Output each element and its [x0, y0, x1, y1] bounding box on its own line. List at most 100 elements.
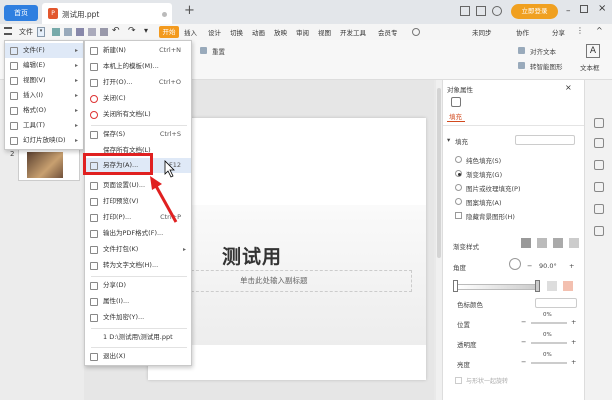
menu-item-insert[interactable]: 插入(I) ▸ — [5, 88, 83, 103]
gradient-linear-icon[interactable] — [521, 238, 531, 248]
scrollbar-thumb[interactable] — [437, 88, 441, 258]
rotate-with-shape-checkbox[interactable] — [455, 377, 462, 384]
menu-item-slideshow[interactable]: 幻灯片放映(D) ▸ — [5, 133, 83, 148]
solid-fill-radio[interactable] — [455, 156, 462, 163]
more-options-icon[interactable]: ⋮ — [576, 26, 584, 35]
gradient-stop-end[interactable] — [535, 280, 540, 292]
tab-member[interactable]: 会员专 — [378, 27, 398, 37]
gradient-stop-start[interactable] — [453, 280, 458, 292]
chevron-down-icon[interactable]: ▾ — [447, 136, 450, 144]
smart-art-button[interactable]: 转智能图形 — [530, 61, 563, 71]
undo-icon[interactable]: ↶ — [112, 26, 120, 36]
location-icon[interactable] — [594, 204, 604, 214]
collaborate-button[interactable]: 协作 — [516, 27, 529, 37]
gradient-path-icon[interactable] — [569, 238, 579, 248]
menu-item-close[interactable]: 关闭(C) — [85, 91, 191, 106]
transparency-increase[interactable]: + — [571, 338, 576, 346]
add-stop-icon[interactable] — [547, 281, 557, 291]
new-tab-button[interactable]: + — [184, 3, 195, 18]
menu-item-convert-text[interactable]: 转为文字文档(H)... — [85, 258, 191, 273]
search-icon[interactable] — [412, 28, 420, 36]
maximize-icon[interactable] — [580, 5, 588, 13]
menu-item-close-all[interactable]: 关闭所有文档(L) — [85, 107, 191, 122]
angle-increase-button[interactable]: + — [569, 262, 574, 270]
avatar-icon[interactable] — [492, 6, 502, 16]
brightness-slider[interactable] — [531, 362, 567, 364]
more-icon[interactable]: ▾ — [144, 26, 148, 35]
menu-item-edit[interactable]: 编辑(E) ▸ — [5, 58, 83, 73]
toolbar-icon[interactable] — [88, 28, 96, 36]
tab-start[interactable]: 开始 — [159, 26, 179, 38]
fill-preset-dropdown[interactable] — [515, 135, 575, 145]
hide-background-checkbox[interactable] — [455, 212, 462, 219]
properties-icon[interactable] — [594, 138, 604, 148]
gradient-bar[interactable] — [457, 284, 537, 290]
fill-bucket-icon[interactable] — [451, 97, 461, 107]
menu-item-exit[interactable]: 退出(X) — [85, 349, 191, 364]
menu-item-export-pdf[interactable]: 输出为PDF格式(F)... — [85, 226, 191, 241]
toolbar-icon[interactable] — [76, 28, 84, 36]
menu-item-open[interactable]: 打开(O)... Ctrl+O — [85, 75, 191, 90]
reset-button[interactable]: 重置 — [212, 46, 225, 56]
select-icon[interactable] — [594, 118, 604, 128]
close-icon[interactable]: × — [565, 83, 572, 92]
position-slider[interactable] — [531, 322, 567, 324]
menu-item-print-preview[interactable]: 打印预览(V) — [85, 194, 191, 209]
picture-fill-radio[interactable] — [455, 184, 462, 191]
menu-item-view[interactable]: 视图(V) ▸ — [5, 73, 83, 88]
tab-fill[interactable]: 填充 — [449, 111, 462, 121]
toolbar-icon[interactable] — [64, 28, 72, 36]
gradient-radial-icon[interactable] — [537, 238, 547, 248]
sync-status[interactable]: 未同步 — [472, 27, 492, 37]
menu-item-new[interactable]: 新建(N) Ctrl+N — [85, 43, 191, 58]
tab-slideshow[interactable]: 放映 — [274, 27, 287, 37]
animation-icon[interactable] — [594, 160, 604, 170]
delete-stop-icon[interactable] — [563, 281, 573, 291]
hamburger-icon[interactable] — [4, 27, 12, 35]
collapse-ribbon-icon[interactable]: ^ — [596, 26, 603, 35]
login-button[interactable]: 立即登录 — [511, 4, 558, 19]
menu-item-tools[interactable]: 工具(T) ▸ — [5, 118, 83, 133]
angle-value[interactable]: 90.0° — [539, 262, 557, 270]
window-grid-icon[interactable] — [476, 6, 486, 16]
redo-icon[interactable]: ↷ — [128, 26, 136, 36]
toolbar-icon[interactable] — [52, 28, 60, 36]
share-icon[interactable] — [594, 226, 604, 236]
menu-item-page-setup[interactable]: 页面设置(U)... — [85, 178, 191, 193]
menu-item-package[interactable]: 文件打包(K) ▸ — [85, 242, 191, 257]
textbox-button[interactable]: 文本框 — [580, 62, 600, 72]
menu-item-share[interactable]: 分享(D) — [85, 278, 191, 293]
stop-color-dropdown[interactable] — [535, 298, 577, 308]
menu-item-save[interactable]: 保存(S) Ctrl+S — [85, 127, 191, 142]
slide-thumbnail[interactable] — [18, 147, 80, 181]
menu-item-recent-file[interactable]: 1 D:\测试用\测试用.ppt — [85, 330, 191, 345]
close-tab-icon[interactable] — [162, 12, 167, 17]
tab-developer[interactable]: 开发工具 — [340, 27, 366, 37]
position-decrease[interactable]: − — [521, 318, 526, 326]
share-button[interactable]: 分享 — [552, 27, 565, 37]
tab-insert[interactable]: 插入 — [184, 27, 197, 37]
close-icon[interactable]: × — [598, 3, 606, 14]
angle-dial[interactable] — [509, 258, 521, 270]
gradient-rect-icon[interactable] — [553, 238, 563, 248]
menu-item-local-templates[interactable]: 本机上的模板(M)... — [85, 59, 191, 74]
brightness-decrease[interactable]: − — [521, 358, 526, 366]
menu-item-format[interactable]: 格式(O) ▸ — [5, 103, 83, 118]
minimize-icon[interactable]: – — [566, 6, 571, 16]
menu-item-print[interactable]: 打印(P)... Ctrl+P — [85, 210, 191, 225]
menu-item-encrypt[interactable]: 文件加密(Y)... — [85, 310, 191, 325]
transparency-slider[interactable] — [531, 342, 567, 344]
menu-item-file[interactable]: 文件(F) ▸ — [5, 43, 83, 58]
pattern-fill-radio[interactable] — [455, 198, 462, 205]
document-tab[interactable]: P 测试用.ppt — [42, 3, 172, 24]
tab-transition[interactable]: 切换 — [230, 27, 243, 37]
tab-design[interactable]: 设计 — [208, 27, 221, 37]
reset-icon[interactable] — [200, 47, 207, 54]
menu-item-properties[interactable]: 属性(I)... — [85, 294, 191, 309]
window-layout-icon[interactable] — [460, 6, 470, 16]
textbox-icon[interactable]: A — [586, 44, 600, 58]
gradient-fill-radio[interactable] — [455, 170, 462, 177]
transparency-decrease[interactable]: − — [521, 338, 526, 346]
file-menu-button[interactable]: 文件 — [19, 26, 33, 38]
tab-animation[interactable]: 动画 — [252, 27, 265, 37]
